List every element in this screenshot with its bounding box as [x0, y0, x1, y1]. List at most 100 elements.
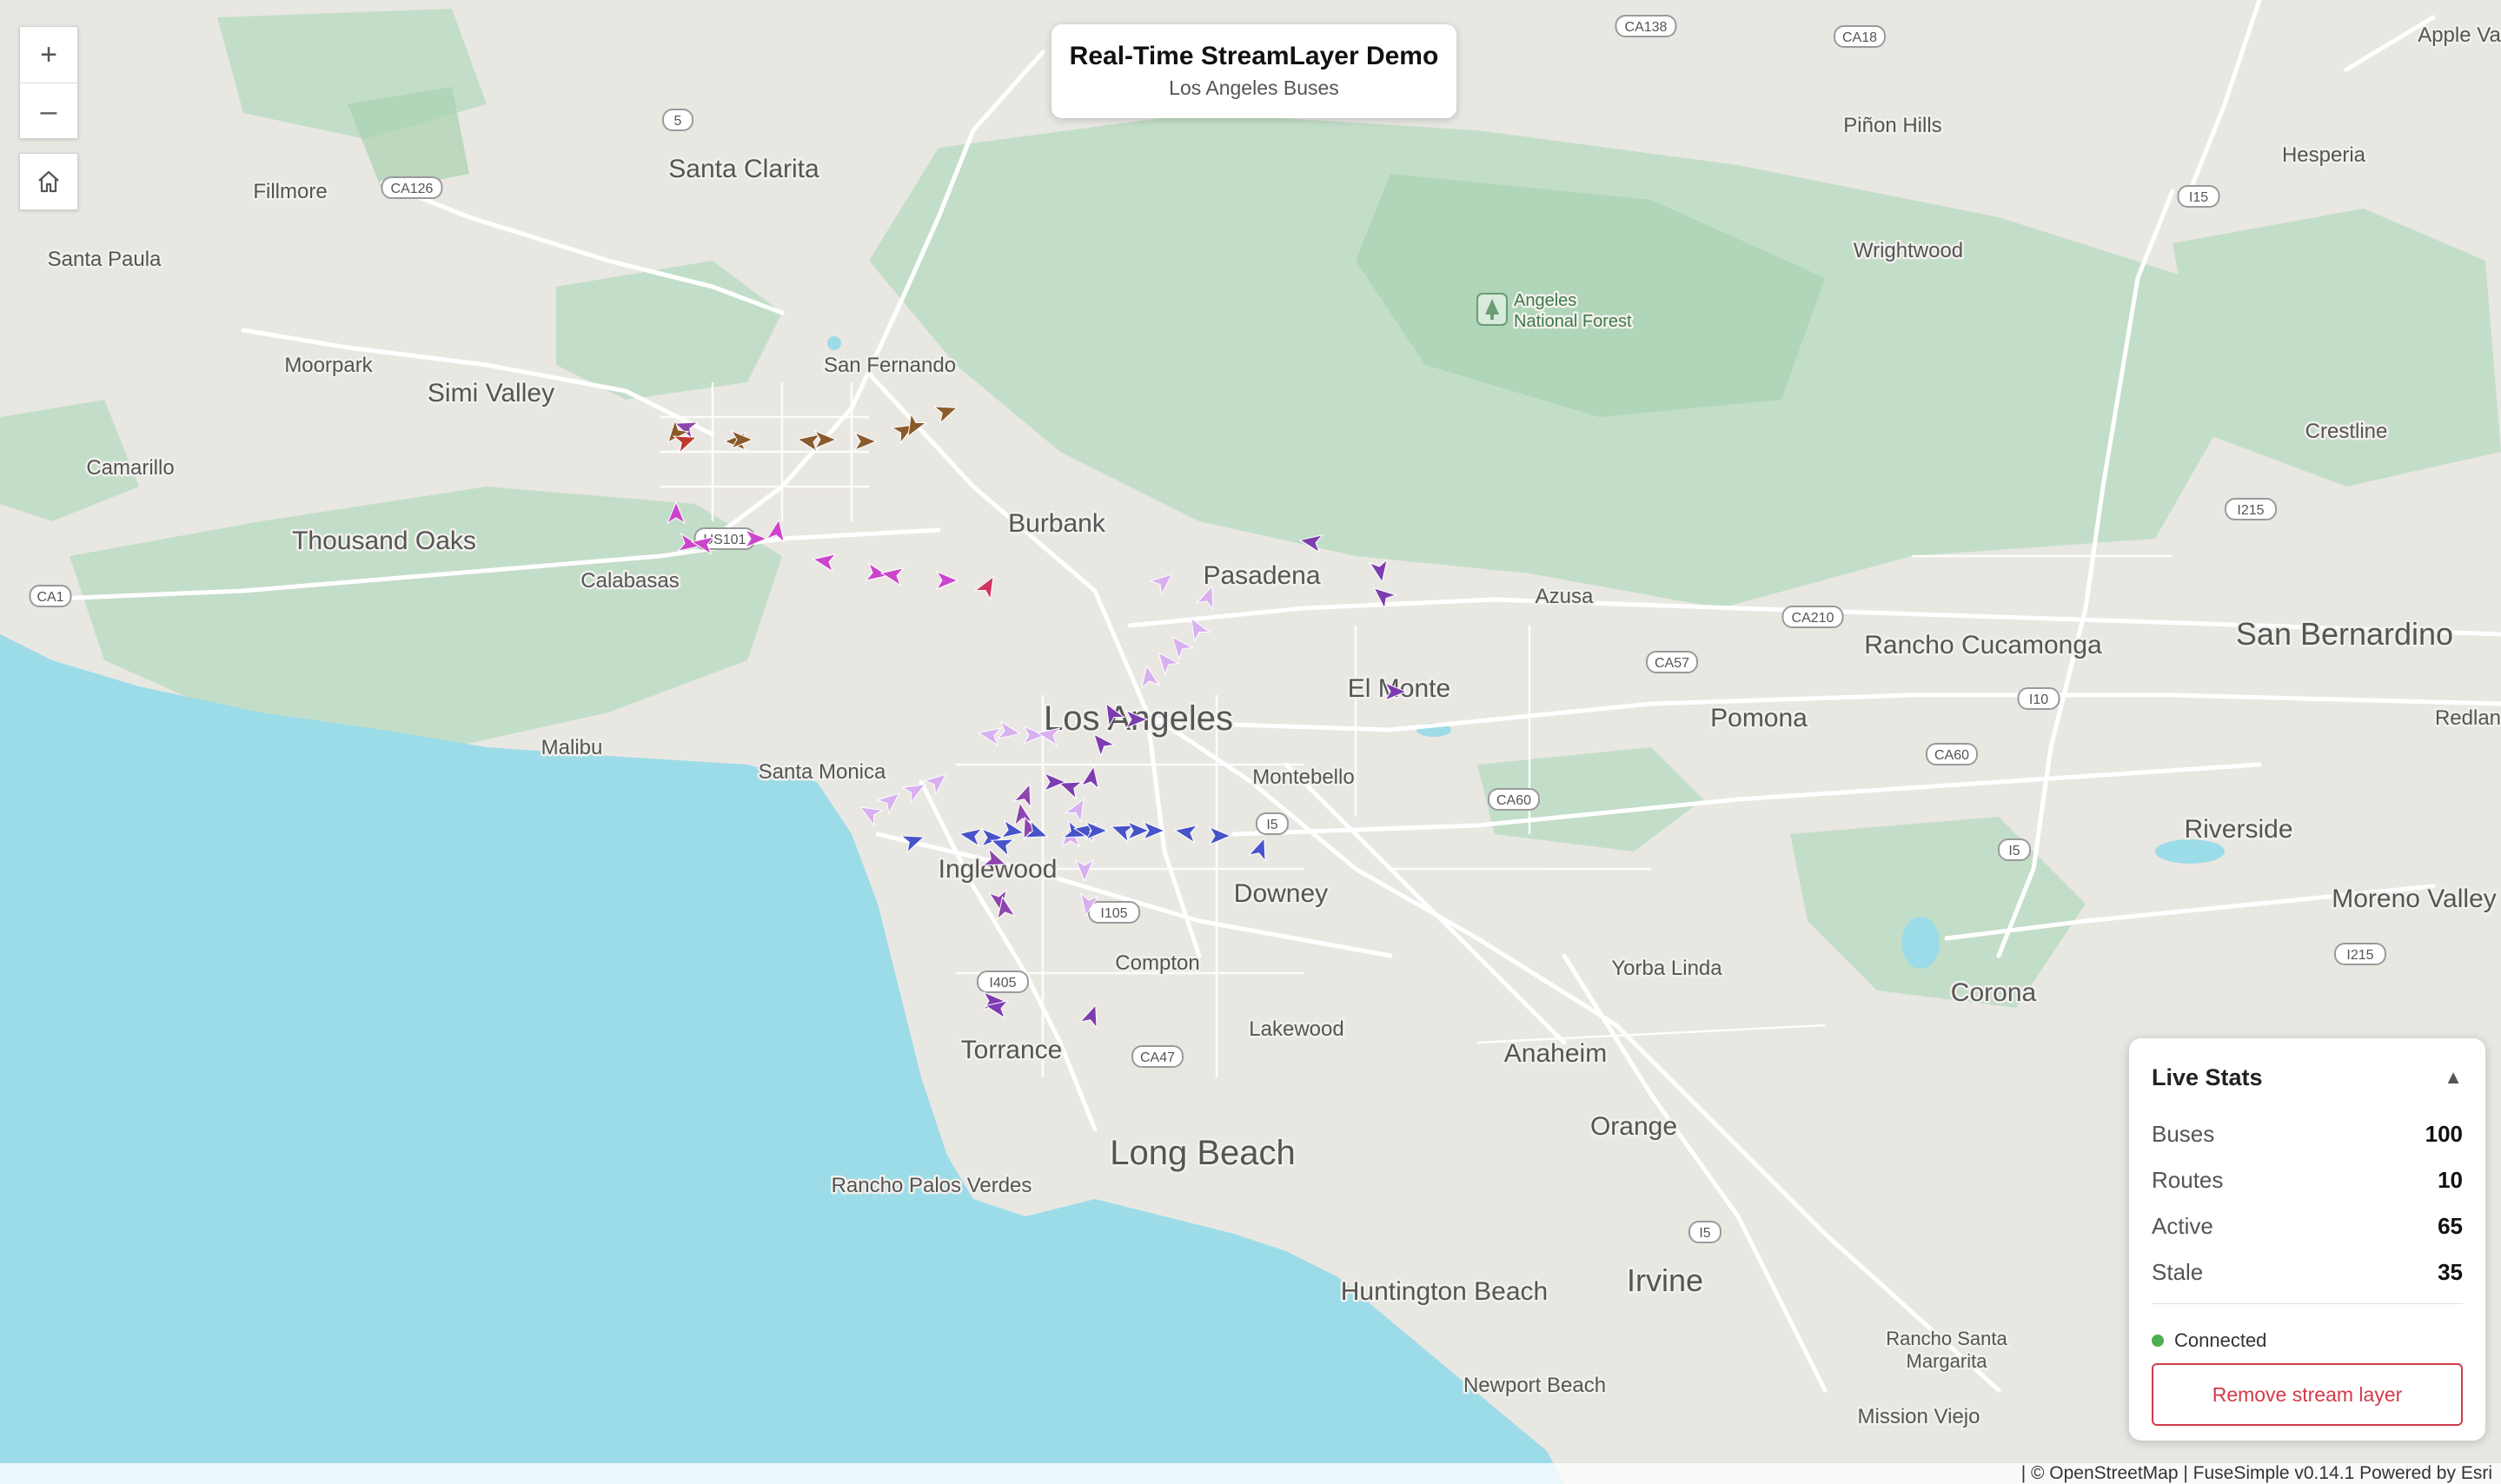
- label-santa-clarita: Santa Clarita: [668, 155, 819, 183]
- highway-shield-ca60_west: CA60: [1488, 788, 1540, 811]
- map-view[interactable]: Santa Clarita Fillmore Santa Paula Moorp…: [0, 0, 2501, 1484]
- attribution-bar: | © OpenStreetMap | FuseSimple v0.14.1 P…: [0, 1463, 2501, 1484]
- collapse-arrow-icon[interactable]: ▲: [2444, 1066, 2463, 1089]
- svg-text:I215: I215: [2237, 503, 2264, 518]
- label-mission-viejo: Mission Viejo: [1858, 1405, 1980, 1428]
- attribution-text: | © OpenStreetMap | FuseSimple v0.14.1 P…: [2020, 1463, 2492, 1483]
- status-text: Connected: [2174, 1329, 2267, 1351]
- zoom-in-button[interactable]: +: [20, 27, 77, 83]
- label-rancho-palos-verdes: Rancho Palos Verdes: [832, 1174, 1032, 1197]
- app-title: Real-Time StreamLayer Demo: [1069, 42, 1439, 70]
- highway-shield-ca57: CA57: [1646, 651, 1698, 673]
- stat-row-stale: Stale 35: [2152, 1255, 2463, 1289]
- svg-text:I215: I215: [2346, 948, 2373, 963]
- highway-shield-ca47: CA47: [1131, 1045, 1184, 1068]
- label-long-beach: Long Beach: [1110, 1134, 1296, 1172]
- highway-shield-i5_north: 5: [662, 109, 693, 131]
- svg-text:CA60: CA60: [1496, 793, 1531, 808]
- svg-text:CA47: CA47: [1140, 1050, 1175, 1065]
- stat-label: Stale: [2152, 1258, 2204, 1285]
- label-malibu: Malibu: [541, 736, 603, 759]
- minus-icon: –: [40, 94, 57, 128]
- label-newport-beach: Newport Beach: [1463, 1374, 1606, 1397]
- app-subtitle: Los Angeles Buses: [1169, 76, 1339, 99]
- zoom-out-button[interactable]: –: [20, 83, 77, 139]
- svg-text:CA60: CA60: [1934, 748, 1969, 763]
- label-azusa: Azusa: [1536, 585, 1594, 608]
- stat-value: 100: [2425, 1120, 2463, 1147]
- highway-shield-ca1: CA1: [29, 585, 72, 607]
- remove-stream-layer-button[interactable]: Remove stream layer: [2152, 1363, 2463, 1426]
- label-moreno-valley: Moreno Valley: [2332, 884, 2497, 913]
- stat-row-active: Active 65: [2152, 1209, 2463, 1243]
- live-stats-panel: Live Stats ▲ Buses 100 Routes 10 Active …: [2129, 1038, 2485, 1441]
- label-hesperia: Hesperia: [2282, 143, 2366, 167]
- svg-text:CA18: CA18: [1842, 30, 1877, 45]
- stat-label: Routes: [2152, 1166, 2224, 1193]
- connection-status: Connected: [2152, 1329, 2266, 1352]
- label-orange: Orange: [1590, 1112, 1677, 1141]
- svg-text:CA138: CA138: [1625, 20, 1668, 35]
- label-thousand-oaks: Thousand Oaks: [292, 527, 476, 555]
- svg-text:CA57: CA57: [1655, 656, 1689, 671]
- label-redlands: Redlan: [2435, 706, 2501, 730]
- label-irvine: Irvine: [1627, 1262, 1703, 1298]
- label-fillmore: Fillmore: [253, 180, 327, 203]
- highway-shield-i105: I105: [1088, 901, 1140, 924]
- stat-row-routes: Routes 10: [2152, 1163, 2463, 1197]
- svg-text:5: 5: [674, 114, 682, 129]
- svg-text:CA210: CA210: [1792, 611, 1834, 626]
- status-dot-icon: [2152, 1335, 2164, 1347]
- stat-label: Active: [2152, 1212, 2213, 1239]
- label-san-bernardino: San Bernardino: [2236, 616, 2453, 652]
- highway-shield-i15_mid: I5: [1998, 838, 2031, 861]
- forest-marker-icon: [1476, 293, 1508, 326]
- label-moorpark: Moorpark: [284, 354, 373, 377]
- label-calabasas: Calabasas: [580, 569, 679, 593]
- svg-text:I5: I5: [1266, 818, 1277, 832]
- highway-shield-i215_south: I215: [2334, 943, 2386, 965]
- plus-icon: +: [40, 37, 57, 71]
- label-huntington-beach: Huntington Beach: [1341, 1277, 1549, 1306]
- highway-shield-i215_north: I215: [2225, 498, 2277, 520]
- label-camarillo: Camarillo: [86, 456, 174, 480]
- zoom-control: + –: [19, 26, 78, 139]
- svg-text:CA126: CA126: [391, 182, 434, 196]
- highway-shield-ca210: CA210: [1781, 606, 1844, 628]
- highway-shield-ca18: CA18: [1834, 25, 1886, 48]
- label-rancho-cucamonga: Rancho Cucamonga: [1864, 631, 2102, 659]
- stat-row-buses: Buses 100: [2152, 1116, 2463, 1151]
- label-anaheim: Anaheim: [1504, 1039, 1607, 1068]
- stat-label: Buses: [2152, 1120, 2215, 1147]
- label-corona: Corona: [1951, 978, 2037, 1007]
- label-forest-2: National Forest: [1514, 312, 1632, 331]
- label-san-fernando: San Fernando: [824, 354, 956, 377]
- highway-shield-i10: I10: [2017, 687, 2060, 710]
- highway-shield-i405: I405: [977, 971, 1029, 993]
- label-rancho-santa-margarita-2: Margarita: [1907, 1350, 1988, 1372]
- stat-value: 10: [2438, 1166, 2463, 1193]
- home-button[interactable]: [19, 153, 78, 210]
- label-crestline: Crestline: [2305, 420, 2388, 443]
- svg-text:I5: I5: [2008, 844, 2020, 858]
- label-wrightwood: Wrightwood: [1854, 239, 1963, 262]
- title-card: Real-Time StreamLayer Demo Los Angeles B…: [1051, 24, 1456, 118]
- highway-shield-ca126: CA126: [381, 176, 443, 199]
- home-icon: [38, 170, 59, 193]
- highway-shield-ca60_east: CA60: [1926, 743, 1978, 765]
- label-rancho-santa-margarita-1: Rancho Santa: [1886, 1328, 2007, 1349]
- label-pinon-hills: Piñon Hills: [1843, 114, 1941, 137]
- label-lakewood: Lakewood: [1249, 1017, 1343, 1041]
- label-pomona: Pomona: [1710, 704, 1808, 732]
- label-santa-monica: Santa Monica: [759, 760, 886, 784]
- label-compton: Compton: [1115, 951, 1199, 975]
- highway-shield-ca138: CA138: [1615, 15, 1677, 37]
- label-montebello: Montebello: [1252, 765, 1354, 789]
- label-pasadena: Pasadena: [1203, 561, 1320, 590]
- live-stats-title: Live Stats: [2152, 1063, 2263, 1090]
- live-stats-header: Live Stats ▲: [2152, 1059, 2463, 1096]
- stat-value: 65: [2438, 1212, 2463, 1239]
- svg-text:I10: I10: [2029, 692, 2048, 707]
- highway-shield-i5_south: I5: [1688, 1221, 1722, 1243]
- label-apple-valley: Apple Va: [2418, 23, 2501, 47]
